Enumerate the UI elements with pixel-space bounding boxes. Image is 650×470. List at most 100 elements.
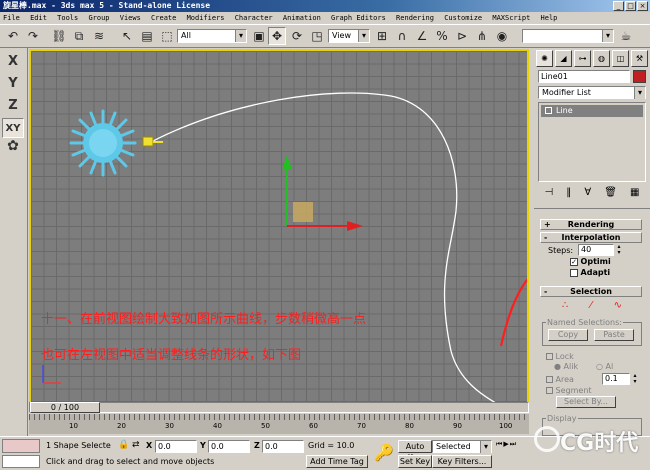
select-and-rotate-icon[interactable]: ⟳ — [288, 27, 306, 45]
set-key-button[interactable]: Set Key — [398, 455, 432, 468]
key-filters-button[interactable]: Key Filters... — [432, 455, 492, 468]
steps-spinner-arrows-icon[interactable]: ▴ ▾ — [615, 244, 623, 256]
object-name-field[interactable]: Line01 — [538, 70, 630, 83]
menu-create[interactable]: Create — [151, 12, 176, 24]
go-to-end-icon[interactable]: ⏭ — [510, 440, 516, 468]
create-tab-icon[interactable]: ✺ — [536, 50, 553, 67]
segment-level-icon[interactable]: ⁄ — [590, 300, 592, 314]
area-checkbox[interactable]: Area — [546, 375, 574, 384]
vertex-level-icon[interactable]: ∴ — [562, 300, 568, 314]
menu-rendering[interactable]: Rendering — [396, 12, 434, 24]
area-spinner-arrows-icon[interactable]: ▴ ▾ — [631, 373, 639, 385]
y-coordinate-input[interactable]: 0.0 — [208, 440, 250, 453]
maximize-button[interactable]: □ — [625, 1, 636, 11]
menu-tools[interactable]: Tools — [57, 12, 78, 24]
constraint-x-button[interactable]: X — [2, 52, 24, 72]
object-color-swatch[interactable] — [633, 70, 646, 83]
snap-toggle-icon[interactable]: ✿ — [2, 136, 24, 156]
align-icon[interactable]: ⋔ — [473, 27, 491, 45]
motion-tab-icon[interactable]: ◍ — [593, 50, 610, 67]
play-icon[interactable]: ▶ — [503, 440, 508, 468]
show-end-result-icon[interactable]: ‖ — [566, 186, 571, 200]
key-filter-selection-dropdown[interactable]: Selected — [432, 440, 492, 453]
reference-coord-dropdown[interactable]: View — [328, 29, 370, 43]
redo-icon[interactable]: ↷ — [24, 27, 42, 45]
area-spinner-input[interactable]: 0.1 — [602, 373, 630, 385]
time-slider-thumb[interactable]: 0 / 100 — [30, 402, 100, 413]
adaptive-checkbox[interactable]: Adapti — [570, 268, 610, 277]
constraint-xy-button[interactable]: XY — [2, 118, 24, 138]
set-key-icon[interactable]: 🔑 — [374, 443, 394, 462]
window-crossing-icon[interactable]: ▣ — [250, 27, 268, 45]
undo-icon[interactable]: ↶ — [4, 27, 22, 45]
all-radio[interactable]: ○ Al — [596, 362, 613, 371]
steps-spinner-input[interactable]: 40 — [578, 244, 614, 256]
select-by-name-icon[interactable]: ▤ — [138, 27, 156, 45]
select-and-scale-icon[interactable]: ◳ — [308, 27, 326, 45]
configure-sets-icon[interactable]: ▦ — [630, 186, 639, 200]
rect-selection-icon[interactable]: ⬚ — [158, 27, 176, 45]
minimize-button[interactable]: _ — [613, 1, 624, 11]
render-scene-icon[interactable]: ☕ — [617, 27, 635, 45]
maxscript-listener-mini[interactable] — [2, 439, 40, 453]
mirror-icon[interactable]: ⊳ — [453, 27, 471, 45]
add-time-tag-button[interactable]: Add Time Tag — [306, 455, 368, 468]
material-editor-icon[interactable]: ◉ — [493, 27, 511, 45]
select-object-icon[interactable]: ↖ — [118, 27, 136, 45]
paste-button[interactable]: Paste — [594, 329, 634, 341]
menu-help[interactable]: Help — [541, 12, 558, 24]
spline-level-icon[interactable]: ∿ — [614, 300, 622, 314]
lock-checkbox[interactable]: Lock — [546, 352, 574, 361]
select-and-move-icon[interactable]: ✥ — [268, 27, 286, 45]
time-slider-track[interactable] — [29, 402, 529, 413]
menu-character[interactable]: Character — [235, 12, 273, 24]
menu-maxscript[interactable]: MAXScript — [492, 12, 530, 24]
pivot-center-icon[interactable]: ⊞ — [373, 27, 391, 45]
constraint-y-button[interactable]: Y — [2, 74, 24, 94]
absolute-mode-icon[interactable]: ⇄ — [132, 440, 140, 450]
menu-views[interactable]: Views — [120, 12, 141, 24]
selection-filter-dropdown[interactable]: All — [177, 29, 247, 43]
x-coordinate-input[interactable]: 0.0 — [155, 440, 197, 453]
menu-file[interactable]: File — [3, 12, 20, 24]
pin-stack-icon[interactable]: ⊣ — [545, 186, 554, 200]
selection-lock-icon[interactable]: 🔒 — [118, 440, 129, 450]
menu-animation[interactable]: Animation — [283, 12, 321, 24]
menu-edit[interactable]: Edit — [30, 12, 47, 24]
remove-modifier-icon[interactable]: 🗑 — [604, 186, 617, 200]
optimize-checkbox[interactable]: ✓ Optimi — [570, 257, 611, 266]
menu-group[interactable]: Group — [88, 12, 109, 24]
maxscript-input[interactable] — [2, 455, 40, 468]
display-tab-icon[interactable]: ◫ — [612, 50, 629, 67]
rendering-rollout-header[interactable]: + Rendering — [540, 219, 642, 230]
copy-button[interactable]: Copy — [548, 329, 588, 341]
go-to-start-icon[interactable]: ⏮ — [496, 440, 502, 468]
modifier-list-dropdown[interactable]: Modifier List — [538, 86, 646, 99]
utilities-tab-icon[interactable]: ⚒ — [631, 50, 648, 67]
close-button[interactable]: × — [637, 1, 648, 11]
interpolation-rollout-header[interactable]: - Interpolation — [540, 232, 642, 243]
modify-tab-icon[interactable]: ◢ — [555, 50, 572, 67]
area-label: Area — [555, 375, 574, 384]
snap-toggle-icon[interactable]: ∩ — [393, 27, 411, 45]
menu-customize[interactable]: Customize — [444, 12, 482, 24]
bind-space-warp-icon[interactable]: ≋ — [90, 27, 108, 45]
make-unique-icon[interactable]: ∀ — [584, 186, 591, 200]
menu-modifiers[interactable]: Modifiers — [187, 12, 225, 24]
hierarchy-tab-icon[interactable]: ⊶ — [574, 50, 591, 67]
z-coordinate-input[interactable]: 0.0 — [262, 440, 304, 453]
segment-end-checkbox[interactable]: Segment — [546, 386, 592, 395]
auto-key-button[interactable]: Auto Key — [398, 440, 432, 462]
select-and-link-icon[interactable]: ⛓ — [50, 27, 68, 45]
selection-rollout-header[interactable]: - Selection — [540, 286, 642, 297]
modifier-stack-item[interactable]: Line — [541, 105, 643, 117]
unlink-icon[interactable]: ⧉ — [70, 27, 88, 45]
percent-snap-icon[interactable]: % — [433, 27, 451, 45]
angle-snap-icon[interactable]: ∠ — [413, 27, 431, 45]
front-viewport[interactable]: 十一、在前视图绘制大致如图所示曲线，步数稍微高一点 也可在左视图中适当调整线条的… — [29, 49, 529, 413]
named-selection-sets-dropdown[interactable] — [522, 29, 614, 43]
select-by-button[interactable]: Select By... — [556, 396, 616, 408]
alike-radio[interactable]: ● Alik — [554, 362, 578, 371]
menu-graph-editors[interactable]: Graph Editors — [331, 12, 386, 24]
constraint-z-button[interactable]: Z — [2, 96, 24, 116]
